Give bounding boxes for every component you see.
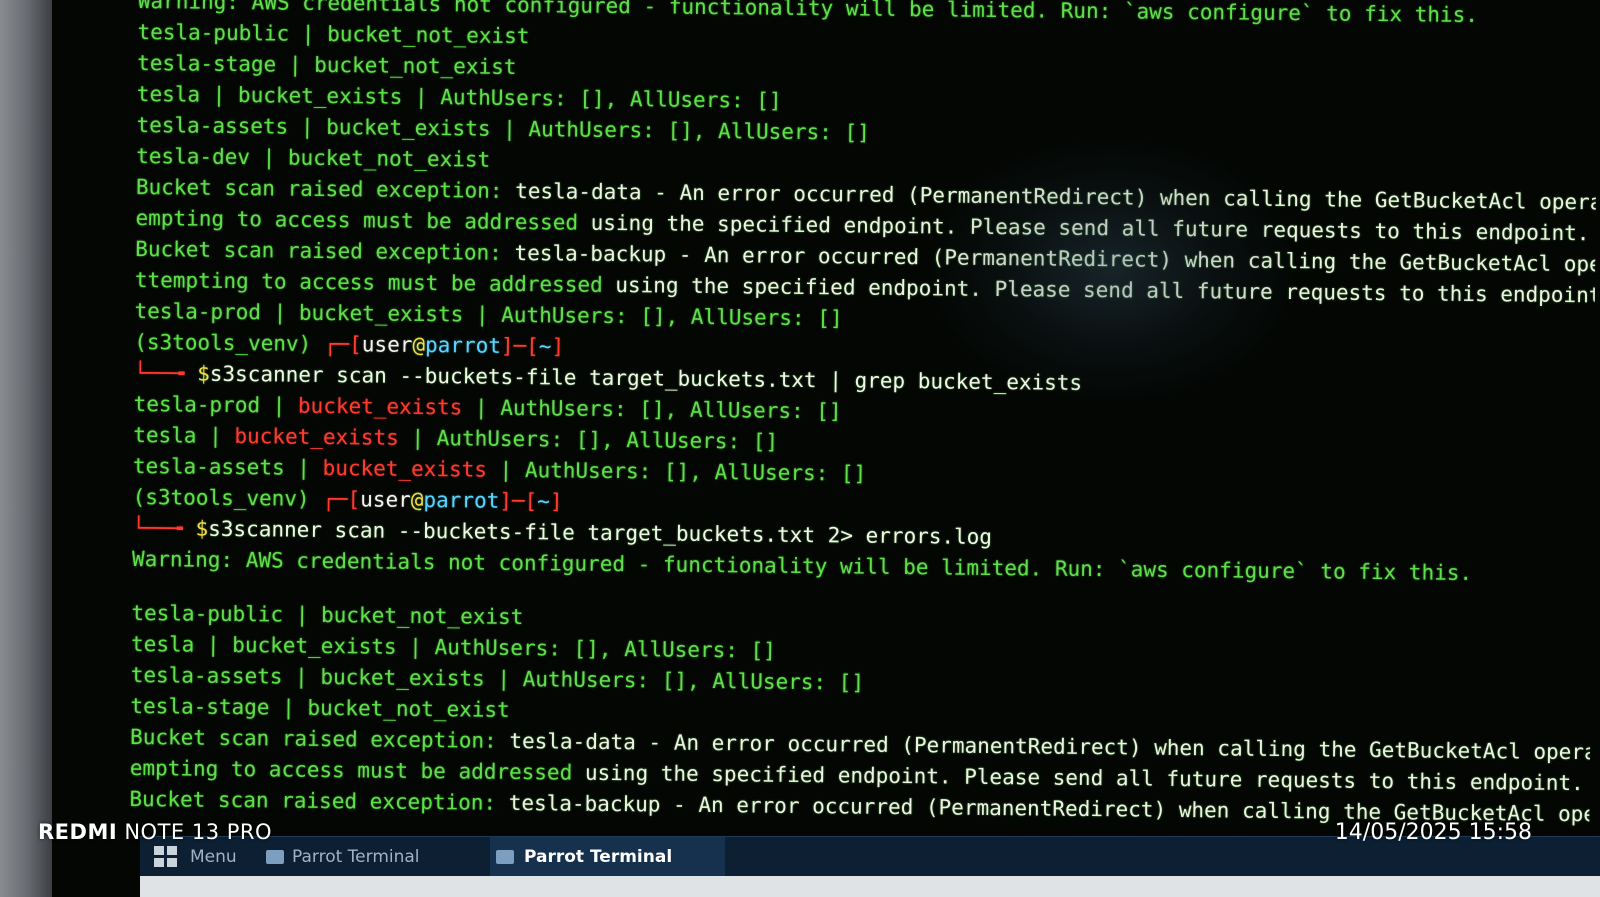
command-text: s3scanner scan --buckets-file target_buc…	[208, 516, 993, 549]
result-acl: | AuthUsers: [], AllUsers: []	[462, 395, 842, 424]
taskbar-item-terminal-1[interactable]: Parrot Terminal	[292, 837, 420, 877]
taskbar-item-terminal-2-active[interactable]: Parrot Terminal	[490, 837, 725, 877]
error-prefix: ttempting to access must be addressed	[134, 267, 616, 298]
line-text: tesla-prod | bucket_exists | AuthUsers: …	[134, 298, 843, 331]
line-text: tesla-stage | bucket_not_exist	[130, 693, 510, 722]
prompt-bracket: ]─[	[499, 488, 538, 514]
prompt-bracket: ┌─[	[322, 486, 361, 512]
result-bucket: tesla |	[133, 422, 235, 449]
prompt-dollar: $	[195, 516, 209, 541]
result-acl: | AuthUsers: [], AllUsers: []	[398, 425, 779, 454]
line-text: tesla | bucket_exists | AuthUsers: [], A…	[130, 631, 776, 663]
prompt-bracket: ]	[549, 489, 563, 514]
grep-match: bucket_exists	[234, 424, 399, 450]
error-prefix: empting to access must be addressed	[129, 755, 586, 785]
taskbar-item-label: Parrot Terminal	[524, 847, 673, 867]
line-text: tesla-public | bucket_not_exist	[131, 600, 524, 630]
prompt-user: user	[361, 332, 413, 357]
prompt-user: user	[360, 487, 411, 512]
prompt-bracket: ┌─[	[323, 331, 362, 357]
result-acl: | AuthUsers: [], AllUsers: []	[486, 457, 867, 486]
error-prefix: Bucket scan raised exception:	[135, 174, 516, 203]
error-prefix: empting to access must be addressed	[135, 205, 591, 235]
prompt-dir: ~	[538, 334, 552, 359]
prompt-venv: (s3tools_venv)	[132, 484, 323, 511]
monitor-bezel	[0, 0, 52, 897]
prompt-corner: └──╼	[133, 360, 198, 386]
line-text: tesla | bucket_exists | AuthUsers: [], A…	[136, 81, 782, 113]
photo-timestamp: 14/05/2025 15:58	[1334, 820, 1532, 845]
result-bucket: tesla-assets |	[132, 453, 323, 480]
monitor-bottom-edge	[140, 876, 1600, 897]
monitor-screen: Warning: AWS credentials not configured …	[52, 0, 1600, 897]
prompt-bracket: ]─[	[500, 333, 540, 359]
watermark-model: NOTE 13 PRO	[117, 820, 273, 844]
prompt-at: @	[410, 487, 424, 513]
line-text: tesla-public | bucket_not_exist	[137, 19, 530, 49]
terminal-window-icon	[496, 850, 514, 864]
result-bucket: tesla-prod |	[133, 391, 299, 418]
grep-match: bucket_exists	[297, 393, 463, 420]
terminal-output[interactable]: Warning: AWS credentials not configured …	[129, 0, 1598, 851]
prompt-at: @	[412, 332, 426, 358]
prompt-corner: └──╼	[132, 515, 196, 541]
menu-grid-icon[interactable]	[154, 846, 178, 868]
prompt-dollar: $	[197, 361, 210, 386]
grep-match: bucket_exists	[322, 455, 488, 482]
line-text: tesla-stage | bucket_not_exist	[137, 50, 517, 79]
line-text: tesla-assets | bucket_exists | AuthUsers…	[130, 662, 865, 695]
watermark-brand: REDMI	[38, 820, 118, 844]
error-prefix: Bucket scan raised exception:	[130, 724, 510, 753]
error-prefix: Bucket scan raised exception:	[129, 786, 509, 815]
error-prefix: Bucket scan raised exception:	[135, 236, 515, 265]
terminal-window-icon	[266, 850, 284, 864]
prompt-dir: ~	[537, 489, 551, 514]
line-text: tesla-assets | bucket_exists | AuthUsers…	[136, 112, 870, 145]
prompt-host: parrot	[423, 488, 500, 513]
line-text: tesla-dev | bucket_not_exist	[136, 143, 491, 172]
command-text: s3scanner scan --buckets-file target_buc…	[209, 361, 1083, 395]
prompt-venv: (s3tools_venv)	[134, 329, 325, 356]
camera-watermark: REDMI NOTE 13 PRO	[38, 820, 272, 844]
prompt-host: parrot	[424, 333, 502, 358]
prompt-bracket: ]	[551, 334, 565, 359]
